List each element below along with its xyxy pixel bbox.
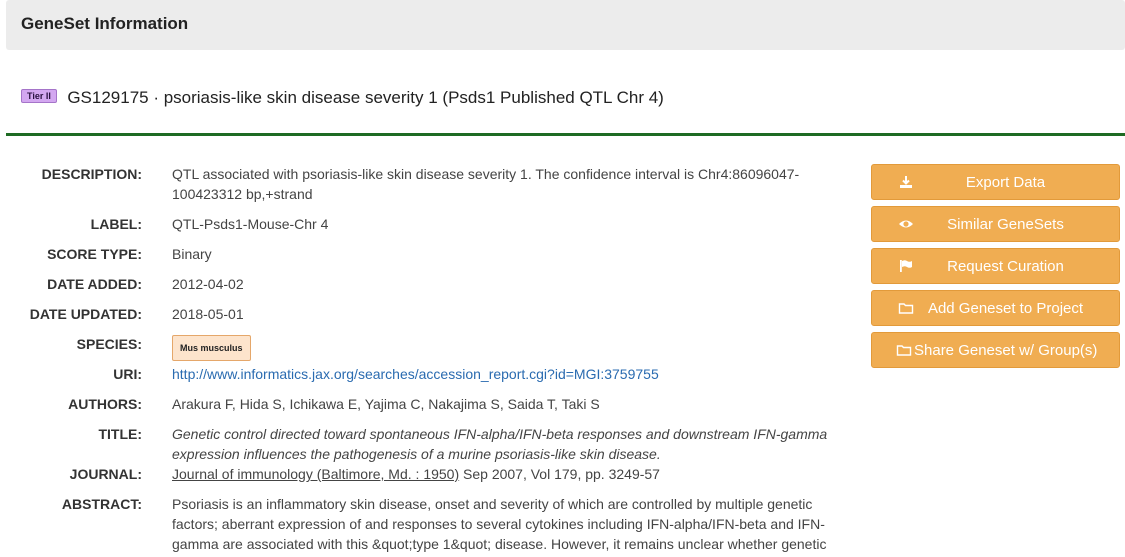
panel-title: GeneSet Information bbox=[21, 14, 189, 33]
species-value: Mus musculus bbox=[172, 335, 852, 361]
date-updated-label: DATE UPDATED: bbox=[29, 306, 142, 322]
title-label: TITLE: bbox=[98, 426, 142, 442]
label-value: QTL-Psds1-Mouse-Chr 4 bbox=[172, 216, 329, 232]
article-title-line: Genetic control directed toward spontane… bbox=[172, 426, 828, 442]
score-type-label: SCORE TYPE: bbox=[47, 246, 142, 262]
export-data-label: Export Data bbox=[965, 174, 1046, 191]
abstract-label: ABSTRACT: bbox=[61, 496, 142, 512]
authors-label: AUTHORS: bbox=[68, 396, 142, 412]
geneset-title: GS129175 · psoriasis-like skin disease s… bbox=[67, 88, 664, 107]
journal-value: Journal of immunology (Baltimore, Md. : … bbox=[172, 464, 852, 484]
date-updated-value: 2018-05-01 bbox=[172, 306, 244, 322]
uri-value: http://www.informatics.jax.org/searches/… bbox=[172, 364, 852, 384]
geneset-title-row: Tier II GS129175 · psoriasis-like skin d… bbox=[21, 88, 664, 110]
journal-label: JOURNAL: bbox=[69, 466, 142, 482]
description-label: DESCRIPTION: bbox=[41, 166, 142, 182]
authors-value: Arakura F, Hida S, Ichikawa E, Yajima C,… bbox=[172, 396, 600, 412]
abstract-line: factors; aberrant expression of and resp… bbox=[172, 516, 825, 532]
article-title-value: Genetic control directed toward spontane… bbox=[172, 424, 852, 464]
similar-genesets-button[interactable]: Similar GeneSets bbox=[871, 206, 1120, 242]
date-added-label: DATE ADDED: bbox=[47, 276, 142, 292]
abstract-line: gamma are associated with this &quot;typ… bbox=[172, 536, 827, 552]
share-geneset-button[interactable]: Share Geneset w/ Group(s) bbox=[871, 332, 1120, 368]
score-type-value: Binary bbox=[172, 246, 212, 262]
add-geneset-to-project-label: Add Geneset to Project bbox=[927, 300, 1084, 317]
panel-header: GeneSet Information bbox=[6, 0, 1125, 50]
description-line: 100423312 bp,+strand bbox=[172, 186, 313, 202]
journal-details: Sep 2007, Vol 179, pp. 3249-57 bbox=[459, 466, 660, 482]
journal-link[interactable]: Journal of immunology (Baltimore, Md. : … bbox=[172, 466, 459, 482]
label-label: LABEL: bbox=[90, 216, 142, 232]
request-curation-button[interactable]: Request Curation bbox=[871, 248, 1120, 284]
export-data-button[interactable]: Export Data bbox=[871, 164, 1120, 200]
similar-genesets-label: Similar GeneSets bbox=[947, 216, 1064, 233]
share-geneset-label: Share Geneset w/ Group(s) bbox=[914, 342, 1098, 359]
uri-label: URI: bbox=[113, 366, 142, 382]
description-value: QTL associated with psoriasis-like skin … bbox=[172, 164, 852, 204]
request-curation-label: Request Curation bbox=[947, 258, 1064, 275]
description-line: QTL associated with psoriasis-like skin … bbox=[172, 166, 800, 182]
abstract-value: Psoriasis is an inflammatory skin diseas… bbox=[172, 494, 852, 554]
article-title-line: expression influences the pathogenesis o… bbox=[172, 446, 661, 462]
add-geneset-to-project-button[interactable]: Add Geneset to Project bbox=[871, 290, 1120, 326]
folder-icon bbox=[896, 345, 912, 356]
uri-link[interactable]: http://www.informatics.jax.org/searches/… bbox=[172, 366, 659, 382]
abstract-line: Psoriasis is an inflammatory skin diseas… bbox=[172, 496, 813, 512]
species-badge: Mus musculus bbox=[172, 335, 251, 361]
species-label: SPECIES: bbox=[76, 336, 142, 352]
section-divider bbox=[6, 133, 1125, 136]
tier-badge: Tier II bbox=[21, 89, 57, 103]
date-added-value: 2012-04-02 bbox=[172, 276, 244, 292]
